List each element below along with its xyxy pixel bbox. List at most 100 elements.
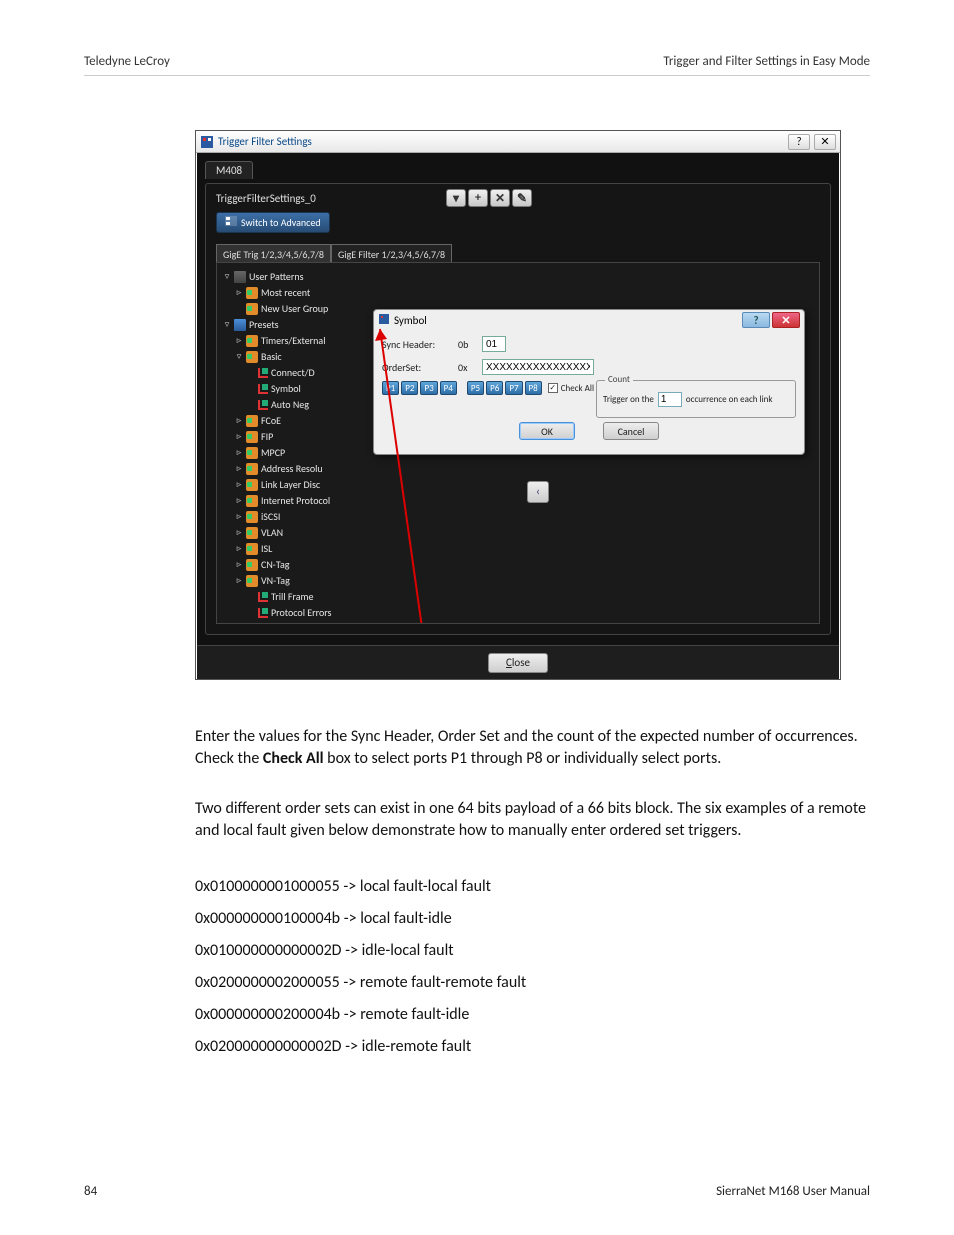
header-right: Trigger and Filter Settings in Easy Mode	[663, 54, 870, 69]
count-pre-label: Trigger on the	[603, 394, 654, 405]
tree-lld[interactable]: ▹Link Layer Disc	[223, 477, 371, 493]
example-1: 0x0100000001000055 -> local fault-local …	[195, 876, 875, 898]
add-button[interactable]: +	[468, 189, 488, 207]
leaf-icon	[258, 368, 268, 378]
dropdown-button[interactable]: ▾	[446, 189, 466, 207]
port-p2[interactable]: P2	[401, 381, 418, 395]
port-p3[interactable]: P3	[420, 381, 437, 395]
settings-panel: TriggerFilterSettings_0 ▾ + ✕ ✎ Switch t…	[205, 183, 831, 635]
tree-fcoe[interactable]: ▹FCoE	[223, 413, 371, 429]
tree-vlan[interactable]: ▹VLAN	[223, 525, 371, 541]
ok-button[interactable]: OK	[519, 422, 575, 440]
orderset-prefix: 0x	[458, 361, 474, 374]
tree-new-user-group[interactable]: New User Group	[223, 301, 371, 317]
check-all-label: Check All	[561, 383, 594, 394]
device-tab[interactable]: M408	[205, 161, 253, 179]
folder-icon	[246, 303, 258, 315]
folder-icon	[246, 575, 258, 587]
folder-icon	[246, 415, 258, 427]
folder-icon	[246, 479, 258, 491]
delete-button[interactable]: ✕	[490, 189, 510, 207]
orderset-label: OrderSet:	[382, 361, 450, 374]
tree-connect[interactable]: Connect/D	[223, 365, 371, 381]
tree-addr[interactable]: ▹Address Resolu	[223, 461, 371, 477]
trig-filter-tabs: GigE Trig 1/2,3/4,5/6,7/8 GigE Filter 1/…	[216, 244, 452, 264]
tree-vntag[interactable]: ▹VN-Tag	[223, 573, 371, 589]
leaf-icon	[258, 592, 268, 602]
tree-timers[interactable]: ▹Timers/External	[223, 333, 371, 349]
port-p7[interactable]: P7	[505, 381, 522, 395]
folder-icon	[246, 335, 258, 347]
symbol-dialog: Symbol ? ✕ Sync Header: 0b	[373, 309, 805, 455]
count-post-label: occurrence on each link	[686, 394, 773, 405]
tree-basic[interactable]: ▿Basic	[223, 349, 371, 365]
header-left: Teledyne LeCroy	[84, 54, 170, 69]
close-window-button[interactable]: ✕	[814, 134, 836, 150]
window-titlebar: Trigger Filter Settings ? ✕	[196, 131, 840, 153]
leaf-icon	[258, 608, 268, 618]
folder-icon	[246, 287, 258, 299]
tab-trig[interactable]: GigE Trig 1/2,3/4,5/6,7/8	[216, 244, 331, 264]
example-2: 0x000000000100004b -> local fault-idle	[195, 908, 875, 930]
tree-iscsi[interactable]: ▹iSCSI	[223, 509, 371, 525]
example-5: 0x000000000200004b -> remote fault-idle	[195, 1004, 875, 1026]
tree-isl[interactable]: ▹ISL	[223, 541, 371, 557]
close-button[interactable]: Close	[488, 653, 548, 673]
orderset-input[interactable]	[482, 359, 594, 375]
page-header: Teledyne LeCroy Trigger and Filter Setti…	[84, 54, 870, 76]
symbol-help-button[interactable]: ?	[742, 312, 770, 328]
paragraph-1: Enter the values for the Sync Header, Or…	[195, 726, 875, 769]
setting-name-label: TriggerFilterSettings_0	[216, 192, 316, 205]
window-title: Trigger Filter Settings	[218, 135, 312, 148]
port-p6[interactable]: P6	[486, 381, 503, 395]
tree-ip[interactable]: ▹Internet Protocol	[223, 493, 371, 509]
cancel-button[interactable]: Cancel	[603, 422, 659, 440]
switch-icon	[225, 216, 237, 229]
edit-button[interactable]: ✎	[512, 189, 532, 207]
port-p4[interactable]: P4	[440, 381, 457, 395]
window-body: M408 TriggerFilterSettings_0 ▾ + ✕ ✎ Swi…	[197, 153, 839, 645]
check-all-checkbox[interactable]: ✓	[548, 383, 558, 393]
tree-mpcp[interactable]: ▹MPCP	[223, 445, 371, 461]
tab-filter[interactable]: GigE Filter 1/2,3/4,5/6,7/8	[331, 244, 452, 264]
tree-symbol[interactable]: Symbol	[223, 381, 371, 397]
folder-icon	[246, 431, 258, 443]
folder-icon	[246, 543, 258, 555]
setting-toolbar: ▾ + ✕ ✎	[446, 189, 532, 207]
tree-most-recent[interactable]: ▹Most recent	[223, 285, 371, 301]
pattern-group-icon	[234, 271, 246, 283]
folder-icon	[246, 527, 258, 539]
tree-user-patterns[interactable]: ▿User Patterns	[223, 269, 371, 285]
port-p5[interactable]: P5	[467, 381, 484, 395]
tree-perr[interactable]: Protocol Errors	[223, 605, 371, 621]
help-button[interactable]: ?	[788, 134, 810, 150]
tree-autoneg[interactable]: Auto Neg	[223, 397, 371, 413]
tree-presets[interactable]: ▿Presets	[223, 317, 371, 333]
count-group: Count Trigger on the occurrence on each …	[596, 380, 796, 418]
switch-label: Switch to Advanced	[241, 216, 321, 229]
symbol-close-button[interactable]: ✕	[772, 312, 800, 328]
switch-to-advanced-button[interactable]: Switch to Advanced	[216, 212, 330, 233]
doc-title: SierraNet M168 User Manual	[716, 1184, 870, 1199]
tree-trill[interactable]: Trill Frame	[223, 589, 371, 605]
folder-icon	[246, 463, 258, 475]
count-input[interactable]	[658, 392, 682, 407]
leaf-icon	[258, 384, 268, 394]
tree-cntag[interactable]: ▹CN-Tag	[223, 557, 371, 573]
tree-fip[interactable]: ▹FIP	[223, 429, 371, 445]
sync-header-input[interactable]	[482, 336, 506, 352]
example-4: 0x0200000002000055 -> remote fault-remot…	[195, 972, 875, 994]
port-p1[interactable]: P1	[382, 381, 399, 395]
port-p8[interactable]: P8	[525, 381, 542, 395]
collapse-tree-button[interactable]: ‹	[527, 481, 549, 503]
trigger-filter-window: Trigger Filter Settings ? ✕ M408 Trigger…	[195, 130, 841, 680]
symbol-dialog-title: Symbol	[394, 314, 427, 327]
example-6: 0x020000000000002D -> idle-remote fault	[195, 1036, 875, 1058]
app-icon	[200, 135, 214, 149]
check-all-row[interactable]: ✓ Check All	[548, 383, 594, 394]
folder-icon	[246, 495, 258, 507]
leaf-icon	[258, 400, 268, 410]
page-number: 84	[84, 1184, 97, 1199]
preset-group-icon	[234, 319, 246, 331]
folder-icon	[246, 511, 258, 523]
